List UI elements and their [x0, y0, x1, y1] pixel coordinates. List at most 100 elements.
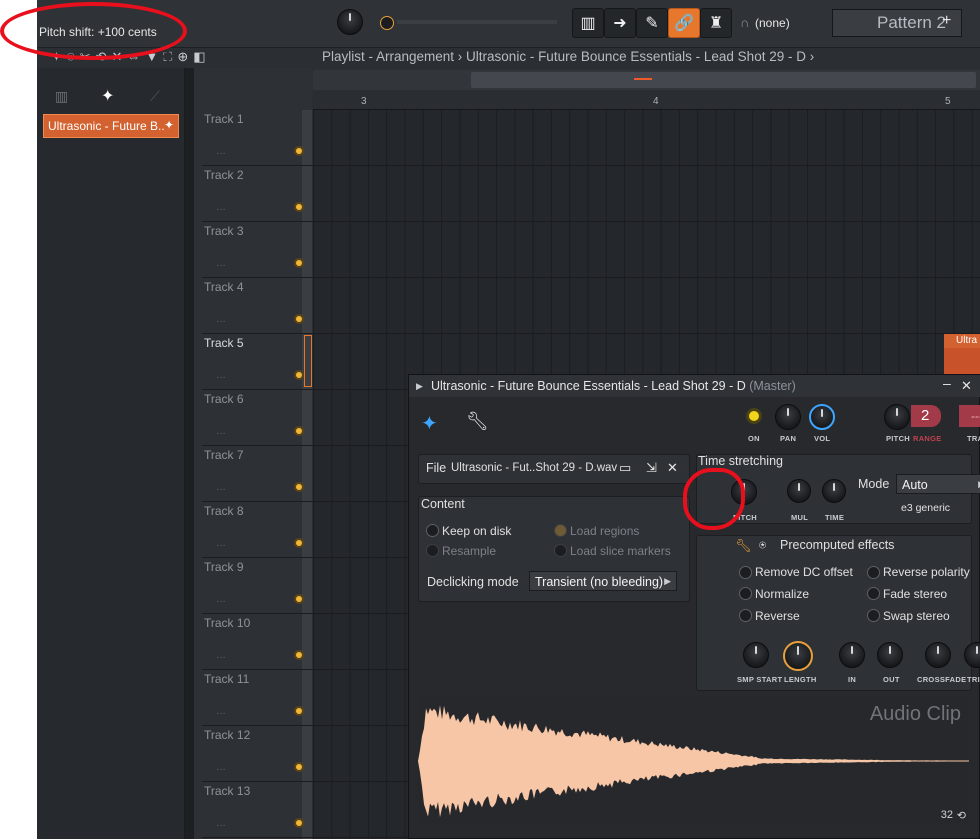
track-header[interactable]: Track 2… — [202, 166, 304, 222]
pitch-knob-small[interactable] — [380, 16, 394, 30]
play-arrow-icon[interactable]: ▶ — [416, 381, 423, 392]
folder-icon[interactable]: ▭ — [619, 460, 631, 476]
track-header[interactable]: Track 10… — [202, 614, 304, 670]
vol-knob[interactable] — [809, 404, 835, 430]
track-header[interactable]: Track 5… — [202, 334, 304, 390]
track-menu-dots[interactable]: … — [216, 202, 226, 213]
reverse-radio[interactable] — [739, 609, 752, 622]
close-button[interactable]: ✕ — [961, 378, 972, 394]
track-header[interactable]: Track 11… — [202, 670, 304, 726]
brush-button[interactable]: ✎ — [636, 8, 668, 38]
link-button[interactable]: 🔗 — [668, 8, 700, 38]
mode-select[interactable]: Auto▶ — [896, 474, 980, 494]
load-regions-radio[interactable] — [554, 524, 567, 537]
locate-icon[interactable]: ⇲ — [646, 460, 657, 476]
normalize-radio[interactable] — [739, 587, 752, 600]
clear-file-icon[interactable]: ✕ — [667, 460, 678, 476]
track-mute-led[interactable] — [294, 538, 304, 548]
browser-clip-item[interactable]: Ultrasonic - Future B.. ✦ — [43, 114, 179, 138]
pan-knob[interactable] — [775, 404, 801, 430]
track-mute-led[interactable] — [294, 426, 304, 436]
timeline-ruler[interactable] — [313, 90, 980, 110]
on-led[interactable] — [746, 408, 762, 424]
track-header[interactable]: Track 1… — [202, 110, 304, 166]
track-mute-led[interactable] — [294, 762, 304, 772]
load-slices-label: Load slice markers — [570, 544, 671, 558]
track-mute-led[interactable] — [294, 202, 304, 212]
plugin-title-bar[interactable]: Ultrasonic - Future Bounce Essentials - … — [409, 375, 980, 397]
minimize-button[interactable]: – — [943, 375, 951, 391]
channel-settings-window[interactable]: Ultrasonic - Future Bounce Essentials - … — [408, 374, 980, 839]
track-mute-led[interactable] — [294, 370, 304, 380]
browser-panel — [37, 68, 185, 839]
track-header[interactable]: Track 12… — [202, 726, 304, 782]
track-header[interactable]: Track 8… — [202, 502, 304, 558]
smp-start-knob[interactable] — [743, 642, 769, 668]
track-menu-dots[interactable]: … — [216, 706, 226, 717]
remove-dc-radio[interactable] — [739, 566, 752, 579]
track-menu-dots[interactable]: … — [216, 370, 226, 381]
track-menu-dots[interactable]: … — [216, 314, 226, 325]
track-menu-dots[interactable]: … — [216, 594, 226, 605]
track-mute-led[interactable] — [294, 706, 304, 716]
overview-scroll[interactable] — [471, 72, 976, 88]
track-header[interactable]: Track 13… — [202, 782, 304, 838]
waveform-label: Audio Clip — [869, 703, 961, 725]
add-pattern-button[interactable]: + — [942, 12, 951, 30]
track-label: TRACK — [967, 434, 980, 443]
track-header[interactable]: Track 9… — [202, 558, 304, 614]
sample-tab-icon[interactable]: ✦ — [421, 411, 438, 436]
track-menu-dots[interactable]: … — [216, 762, 226, 773]
length-knob[interactable] — [783, 641, 813, 671]
track-menu-dots[interactable]: … — [216, 650, 226, 661]
track-mute-led[interactable] — [294, 650, 304, 660]
track-header[interactable]: Track 4… — [202, 278, 304, 334]
crossfade-knob[interactable] — [925, 642, 951, 668]
track-box[interactable]: --- — [959, 405, 980, 427]
mic-icon: ⍟ — [759, 538, 767, 552]
resample-radio[interactable] — [426, 544, 439, 557]
track-header[interactable]: Track 6… — [202, 390, 304, 446]
loop-icon[interactable]: ⟲ — [957, 809, 966, 822]
reverse-polarity-radio[interactable] — [867, 566, 880, 579]
track-menu-dots[interactable]: … — [216, 258, 226, 269]
fade-stereo-radio[interactable] — [867, 587, 880, 600]
waveform-display[interactable]: Audio Clip 32 ⟲ — [418, 697, 969, 825]
in-knob[interactable] — [839, 642, 865, 668]
pitch-knob[interactable] — [884, 404, 910, 430]
wrench-tab-icon[interactable]: 🔧︎ — [466, 411, 489, 432]
main-volume-knob[interactable] — [337, 9, 363, 37]
track-name: Track 3 — [204, 224, 244, 238]
audio-wave-icon[interactable]: ✦ — [101, 86, 114, 106]
track-mute-led[interactable] — [294, 594, 304, 604]
ts-time-knob[interactable] — [822, 479, 846, 503]
track-mute-led[interactable] — [294, 314, 304, 324]
load-slices-radio[interactable] — [554, 544, 567, 557]
ts-mul-knob[interactable] — [787, 479, 811, 503]
swap-stereo-radio[interactable] — [867, 609, 880, 622]
track-header[interactable]: Track 7… — [202, 446, 304, 502]
track-mute-led[interactable] — [294, 818, 304, 828]
out-knob[interactable] — [877, 642, 903, 668]
none-selector[interactable]: (none) — [755, 11, 823, 35]
piano-roll-button[interactable]: ▥ — [572, 8, 604, 38]
track-menu-dots[interactable]: … — [216, 818, 226, 829]
mixer-button[interactable]: ♜ — [700, 8, 732, 38]
keep-on-disk-radio[interactable] — [426, 524, 439, 537]
track-mute-led[interactable] — [294, 258, 304, 268]
track-header[interactable]: Track 3 … — [202, 222, 304, 278]
mode-label: Mode — [858, 477, 890, 491]
track-menu-dots[interactable]: … — [216, 482, 226, 493]
track-mute-led[interactable] — [294, 482, 304, 492]
browser-scrollbar[interactable] — [185, 68, 194, 839]
track-menu-dots[interactable]: … — [216, 146, 226, 157]
master-pitch-slider[interactable] — [397, 20, 557, 24]
automation-icon[interactable]: ⟋ — [150, 88, 160, 105]
range-box[interactable]: 2 — [911, 405, 941, 427]
declicking-select[interactable]: Transient (no bleeding) ▶ — [529, 571, 677, 591]
track-menu-dots[interactable]: … — [216, 538, 226, 549]
track-menu-dots[interactable]: … — [216, 426, 226, 437]
arrow-button[interactable]: ➜ — [604, 8, 636, 38]
piano-icon[interactable]: ▥ — [55, 88, 68, 105]
track-mute-led[interactable] — [294, 146, 304, 156]
